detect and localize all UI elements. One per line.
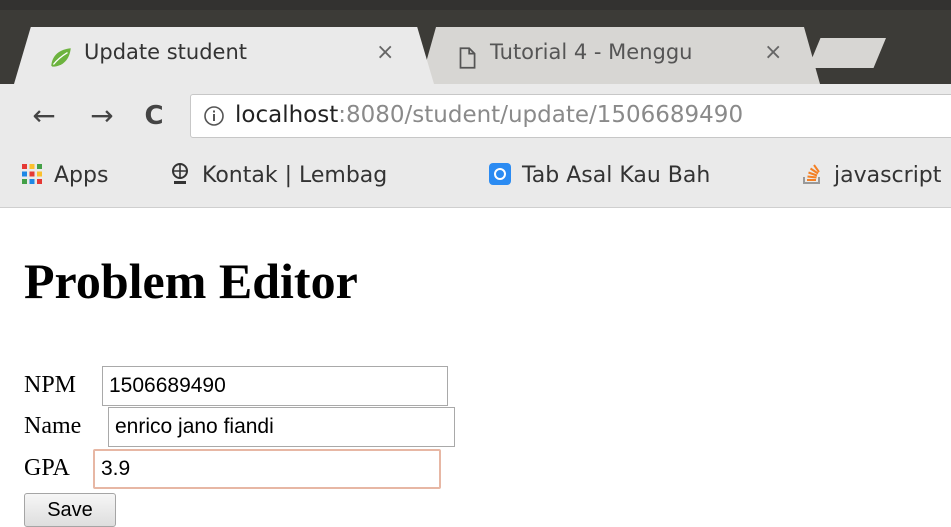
tab-close-icon[interactable]: × <box>764 40 782 65</box>
gpa-input[interactable] <box>93 449 441 489</box>
apps-grid-icon <box>22 164 42 184</box>
npm-label: NPM <box>24 372 77 398</box>
spring-leaf-icon <box>51 48 71 67</box>
save-button[interactable]: Save <box>24 493 116 527</box>
new-tab-button[interactable] <box>808 38 886 68</box>
url-host: localhost <box>235 102 339 128</box>
address-bar[interactable]: localhost:8080/student/update/1506689490 <box>190 94 951 138</box>
reload-button[interactable]: C <box>134 94 174 138</box>
forward-button[interactable]: → <box>82 94 122 138</box>
info-icon[interactable] <box>203 105 225 127</box>
bookmark-label: Kontak | Lembag <box>202 163 388 188</box>
tab-title: Update student <box>84 40 248 64</box>
name-input[interactable] <box>108 407 455 447</box>
tab-update-student[interactable]: Update student × <box>14 27 434 84</box>
bookmark-javascript[interactable]: javascript <box>800 162 941 188</box>
tab-title: Tutorial 4 - Menggu <box>490 40 693 64</box>
page-content: Problem Editor NPM Name GPA Save <box>0 208 951 527</box>
page-title: Problem Editor <box>24 253 358 309</box>
browser-toolbar: ← → C localhost:8080/student/update/1506… <box>0 84 951 148</box>
url-text: localhost:8080/student/update/1506689490 <box>235 102 743 128</box>
tab-strip: Tutorial 4 - Menggu × Update student × <box>0 0 951 84</box>
url-path: :8080/student/update/1506689490 <box>338 102 744 128</box>
tab-tutorial-4[interactable]: Tutorial 4 - Menggu × <box>420 27 820 84</box>
bookmark-apps[interactable]: Apps <box>20 162 108 188</box>
bookmark-tab-asal[interactable]: Tab Asal Kau Bah <box>488 162 710 188</box>
window-top-bar <box>0 0 951 10</box>
bookmark-kontak[interactable]: Kontak | Lembag <box>168 162 387 188</box>
npm-input[interactable] <box>102 366 448 406</box>
back-button[interactable]: ← <box>24 94 64 138</box>
lipi-logo-icon <box>172 163 188 184</box>
tab-close-icon[interactable]: × <box>376 40 394 65</box>
bookmarks-bar: Apps Kontak | Lembag Tab Asal Kau Bah ja… <box>0 148 951 208</box>
bookmark-label: javascript <box>834 163 942 188</box>
bookmark-label: Apps <box>54 163 109 188</box>
stackoverflow-icon <box>803 164 820 184</box>
document-icon <box>459 47 476 69</box>
bookmark-label: Tab Asal Kau Bah <box>522 163 711 188</box>
blue-app-icon <box>489 163 511 185</box>
gpa-label: GPA <box>24 455 70 481</box>
name-label: Name <box>24 413 82 439</box>
